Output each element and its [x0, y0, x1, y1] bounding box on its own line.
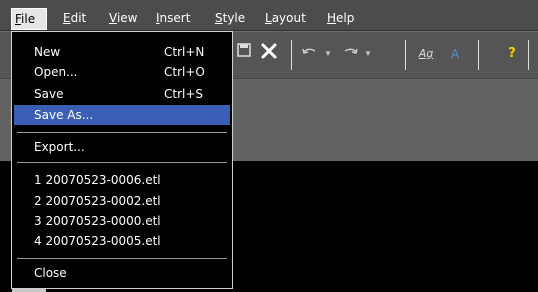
menu-help-label: elp	[336, 11, 355, 25]
menu-layout-key: L	[265, 11, 272, 25]
save-icon[interactable]	[236, 42, 252, 66]
menu-item-label: Save As...	[34, 108, 94, 122]
menu-layout-label: ayout	[271, 11, 306, 25]
menu-separator	[17, 132, 227, 133]
menu-item-recent-file[interactable]: 2 20070523-0002.etl	[14, 191, 230, 211]
menu-item-label: 2 20070523-0002.etl	[34, 194, 161, 208]
font-color-icon[interactable]: A	[447, 42, 463, 66]
menu-insert-label: nsert	[159, 11, 191, 25]
menu-layout[interactable]: Layout	[262, 9, 309, 27]
menu-item-label: Open...	[34, 65, 78, 79]
redo-dropdown-icon[interactable]: ▾	[363, 42, 373, 66]
toolbar-separator	[405, 40, 406, 70]
font-style-icon[interactable]: Ag	[414, 42, 438, 66]
menu-item-label: Export...	[34, 140, 85, 154]
menu-item-save[interactable]: Save Ctrl+S	[14, 84, 230, 104]
undo-icon[interactable]	[300, 42, 320, 66]
menu-style-label: tyle	[222, 11, 246, 25]
menu-help-key: H	[327, 11, 337, 25]
menu-style-key: S	[215, 11, 223, 25]
menu-bar: File Edit View Insert Style Layout Help	[0, 0, 538, 31]
menu-item-label: Save	[34, 87, 64, 101]
menu-view[interactable]: View	[106, 9, 140, 27]
menu-style[interactable]: Style	[212, 9, 248, 27]
toolbar-separator	[478, 40, 479, 70]
menu-edit-label: dit	[70, 11, 87, 25]
menu-item-label: 3 20070523-0000.etl	[34, 214, 161, 228]
redo-icon[interactable]	[340, 42, 360, 66]
menu-item-export[interactable]: Export...	[14, 137, 230, 157]
shortcut-label: Ctrl+O	[164, 65, 205, 79]
shortcut-label: Ctrl+N	[164, 45, 205, 59]
menu-item-recent-file[interactable]: 4 20070523-0005.etl	[14, 231, 230, 251]
menu-file-label: ile	[21, 12, 36, 26]
menu-separator	[17, 162, 227, 163]
toolbar-separator	[291, 40, 292, 70]
shortcut-label: Ctrl+S	[164, 87, 204, 101]
menu-item-label: 4 20070523-0005.etl	[34, 234, 161, 248]
menu-item-label: 1 20070523-0006.etl	[34, 173, 161, 187]
menu-edit[interactable]: Edit	[60, 9, 89, 27]
menu-item-label: New	[34, 45, 61, 59]
menu-insert[interactable]: Insert	[153, 9, 193, 27]
menu-view-key: V	[109, 11, 117, 25]
delete-icon[interactable]	[256, 42, 282, 66]
menu-edit-key: E	[63, 11, 71, 25]
help-icon[interactable]: ?	[505, 42, 519, 66]
menu-item-save-as[interactable]: Save As...	[14, 105, 230, 125]
menu-separator	[17, 258, 227, 259]
menu-item-recent-file[interactable]: 1 20070523-0006.etl	[14, 170, 230, 190]
menu-item-close[interactable]: Close	[14, 263, 230, 283]
menu-item-new[interactable]: New Ctrl+N	[14, 42, 230, 62]
menu-item-label: Close	[34, 266, 67, 280]
menu-item-recent-file[interactable]: 3 20070523-0000.etl	[14, 211, 230, 231]
menu-item-open[interactable]: Open... Ctrl+O	[14, 62, 230, 82]
toolbar-separator	[528, 40, 529, 70]
menu-file[interactable]: File	[11, 8, 47, 30]
file-menu-dropdown: New Ctrl+N Open... Ctrl+O Save Ctrl+S Sa…	[11, 31, 233, 289]
undo-dropdown-icon[interactable]: ▾	[323, 42, 333, 66]
menu-help[interactable]: Help	[324, 9, 357, 27]
menu-view-label: iew	[116, 11, 138, 25]
